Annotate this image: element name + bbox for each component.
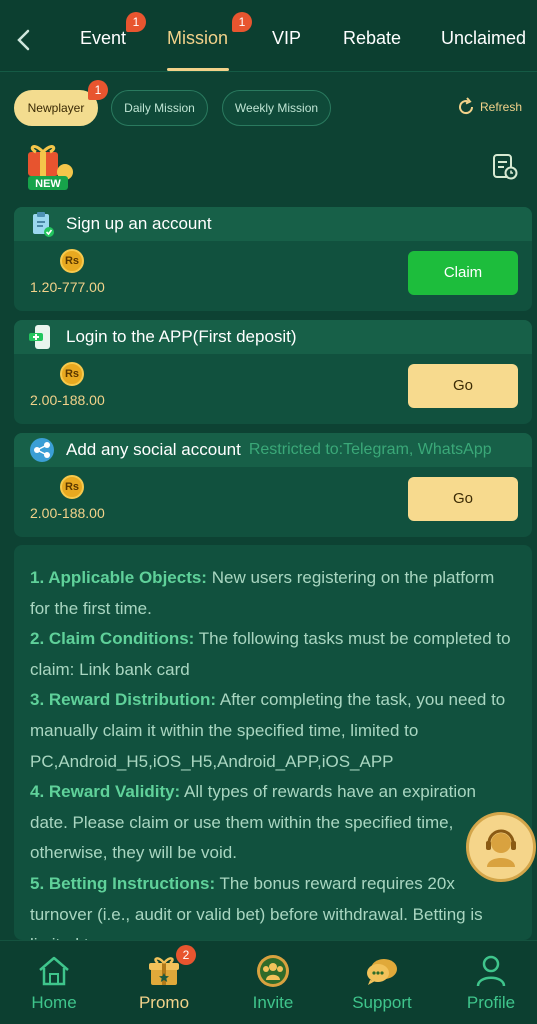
invite-group-icon — [257, 955, 289, 987]
top-tab-bar: Event 1 Mission 1 VIP Rebate Unclaimed — [0, 0, 537, 72]
rule-heading: 5. Betting Instructions: — [30, 873, 216, 893]
task-title: Login to the APP(First deposit) — [66, 327, 297, 346]
new-badge-text: NEW — [35, 178, 61, 190]
rule-heading: 4. Reward Validity: — [30, 782, 181, 802]
refresh-button[interactable]: Refresh — [456, 96, 522, 118]
active-tab-indicator — [167, 68, 229, 71]
support-chat-icon — [367, 959, 397, 985]
restriction-note: Restricted to:Telegram, WhatsApp — [248, 441, 492, 458]
subtab-newplayer-badge: 1 — [88, 80, 108, 100]
task-card-header: Sign up an account — [14, 207, 532, 241]
task-title: Add any social account — [66, 440, 241, 459]
home-icon — [39, 956, 69, 986]
record-history-icon[interactable] — [492, 154, 518, 180]
tab-vip[interactable]: VIP — [272, 28, 301, 49]
nav-invite-label: Invite — [252, 993, 294, 1012]
bottom-navigation: Home Promo 2 Invite Support Profile — [0, 940, 537, 1024]
task-card-social-account: Add any social account Restricted to:Tel… — [14, 433, 532, 537]
nav-profile-label: Profile — [466, 993, 516, 1012]
subtab-weekly-mission[interactable]: Weekly Mission — [222, 90, 331, 126]
nav-promo-badge: 2 — [176, 945, 196, 965]
task-title: Sign up an account — [66, 214, 212, 233]
tab-event-badge: 1 — [126, 12, 146, 32]
tab-mission-badge: 1 — [232, 12, 252, 32]
rule-item: 2. Claim Conditions: The following tasks… — [30, 624, 518, 685]
rupee-coin-icon: Rs — [60, 249, 84, 273]
nav-promo-label: Promo — [138, 993, 190, 1012]
rule-heading: 3. Reward Distribution: — [30, 690, 217, 710]
refresh-icon — [459, 97, 474, 115]
back-icon[interactable] — [14, 28, 34, 52]
tab-unclaimed[interactable]: Unclaimed — [441, 28, 526, 49]
reward-amount: 2.00-188.00 — [30, 505, 105, 521]
rupee-coin-icon: Rs — [60, 475, 84, 499]
app-download-icon — [29, 325, 50, 349]
headset-agent-icon — [486, 829, 516, 867]
task-card-sign-up: Sign up an account Rs 1.20-777.00 Claim — [14, 207, 532, 311]
rule-item: 5. Betting Instructions: The bonus rewar… — [30, 869, 518, 940]
rules-panel: 1. Applicable Objects: New users registe… — [14, 545, 532, 940]
reward-amount: 2.00-188.00 — [30, 392, 105, 408]
task-card-header: Login to the APP(First deposit) — [14, 320, 532, 354]
nav-profile[interactable]: Profile — [446, 953, 536, 1013]
task-card-header: Add any social account Restricted to:Tel… — [14, 433, 532, 467]
customer-service-float-button[interactable] — [466, 812, 536, 882]
rule-heading: 1. Applicable Objects: — [30, 568, 207, 587]
tab-rebate[interactable]: Rebate — [343, 28, 401, 49]
social-share-icon — [30, 438, 54, 462]
tab-mission[interactable]: Mission — [167, 28, 228, 49]
nav-promo[interactable]: Promo — [119, 953, 209, 1013]
refresh-label: Refresh — [480, 100, 523, 114]
nav-home-label: Home — [31, 993, 77, 1012]
nav-invite[interactable]: Invite — [228, 953, 318, 1013]
task-card-login-app: Login to the APP(First deposit) Rs 2.00-… — [14, 320, 532, 424]
reward-amount: 1.20-777.00 — [30, 279, 105, 295]
profile-icon — [476, 955, 506, 987]
clipboard-icon — [33, 212, 54, 237]
rule-heading: 2. Claim Conditions: — [30, 629, 195, 649]
rule-item: 1. Applicable Objects: New users registe… — [30, 563, 518, 624]
rule-item: 3. Reward Distribution: After completing… — [30, 685, 518, 777]
nav-support[interactable]: Support — [337, 953, 427, 1013]
go-button[interactable]: Go — [408, 477, 518, 521]
subtab-daily-mission[interactable]: Daily Mission — [111, 90, 208, 126]
rupee-coin-icon: Rs — [60, 362, 84, 386]
go-button[interactable]: Go — [408, 364, 518, 408]
tab-event[interactable]: Event — [80, 28, 126, 49]
nav-support-label: Support — [352, 993, 412, 1012]
nav-home[interactable]: Home — [9, 953, 99, 1013]
claim-button[interactable]: Claim — [408, 251, 518, 295]
new-gift-icon: NEW — [20, 142, 78, 194]
rule-item: 4. Reward Validity: All types of rewards… — [30, 777, 518, 869]
subtab-newplayer[interactable]: Newplayer — [14, 90, 98, 126]
